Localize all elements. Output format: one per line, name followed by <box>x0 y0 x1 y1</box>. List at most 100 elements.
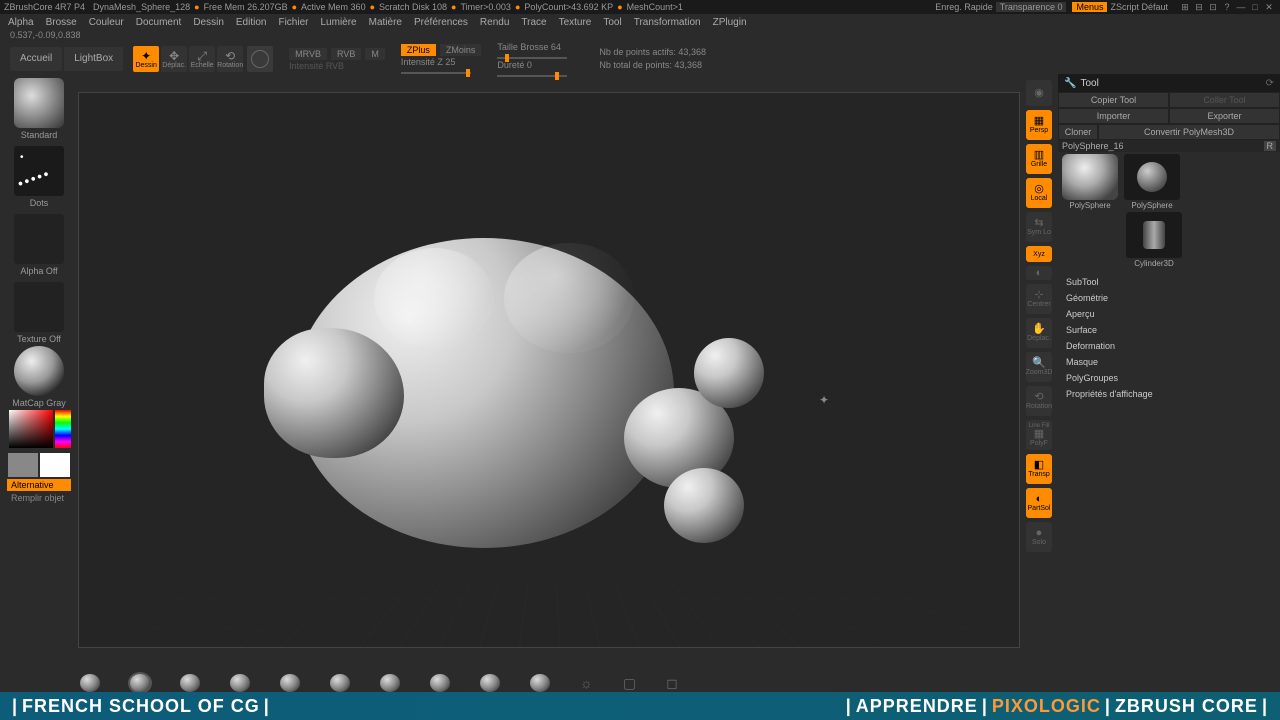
texture-thumbnail[interactable] <box>14 282 64 332</box>
clone-button[interactable]: Cloner <box>1058 124 1098 140</box>
move-mode-button[interactable]: ✥Déplac. <box>161 46 187 72</box>
material-thumbnail[interactable] <box>14 346 64 396</box>
menu-couleur[interactable]: Couleur <box>89 17 124 28</box>
quick-save[interactable]: Enreg. Rapide <box>935 2 993 12</box>
menu-rendu[interactable]: Rendu <box>480 17 509 28</box>
rotate-mode-button[interactable]: ⟲Rotation <box>217 46 243 72</box>
frame2-icon[interactable]: ◻ <box>666 675 678 692</box>
r-button[interactable]: R <box>1264 141 1277 151</box>
grid-button[interactable]: ▥Grille <box>1026 144 1052 174</box>
quickpick-10[interactable] <box>530 674 550 692</box>
home-button[interactable]: Accueil <box>10 47 62 71</box>
maximize-icon[interactable]: □ <box>1248 2 1262 12</box>
gyro-button[interactable] <box>247 46 273 72</box>
menu-alpha[interactable]: Alpha <box>8 17 34 28</box>
section-surface[interactable]: Surface <box>1066 322 1272 338</box>
secondary-color-swatch[interactable] <box>8 453 38 477</box>
scale-mode-button[interactable]: ⤢Echelle <box>189 46 215 72</box>
quickpick-4[interactable] <box>230 674 250 692</box>
quickpick-8[interactable] <box>430 674 450 692</box>
refresh-icon[interactable]: ⟳ <box>1266 78 1274 89</box>
menu-transformation[interactable]: Transformation <box>634 17 701 28</box>
section-geometry[interactable]: Géométrie <box>1066 290 1272 306</box>
solo-button[interactable]: ●Solo <box>1026 522 1052 552</box>
rotate3d-button[interactable]: ⟲Rotation <box>1026 386 1052 416</box>
lightbox-button[interactable]: LightBox <box>64 47 123 71</box>
rvb-button[interactable]: RVB <box>331 48 361 60</box>
layout3-icon[interactable]: ⊡ <box>1206 2 1220 13</box>
z-intensity-slider[interactable] <box>401 72 471 74</box>
center-button[interactable]: ⊹Centrer <box>1026 284 1052 314</box>
brush-size-label[interactable]: Taille Brosse 64 <box>497 42 567 52</box>
alternative-button[interactable]: Alternative <box>7 479 71 491</box>
draw-mode-button[interactable]: ✦Dessin <box>133 46 159 72</box>
stroke-thumbnail[interactable] <box>14 146 64 196</box>
menu-brosse[interactable]: Brosse <box>46 17 77 28</box>
brush-size-slider[interactable] <box>497 57 567 59</box>
persp-button[interactable]: ▦Persp <box>1026 110 1052 140</box>
section-mask[interactable]: Masque <box>1066 354 1272 370</box>
menu-matiere[interactable]: Matière <box>369 17 402 28</box>
menu-trace[interactable]: Trace <box>521 17 546 28</box>
quickpick-6[interactable] <box>330 674 350 692</box>
menu-document[interactable]: Document <box>136 17 182 28</box>
transparency-btn[interactable]: Transparence 0 <box>996 2 1067 12</box>
zoom3d-button[interactable]: 🔍Zoom3D <box>1026 352 1052 382</box>
transp-button[interactable]: ◧Transp <box>1026 454 1052 484</box>
m-button[interactable]: M <box>365 48 385 60</box>
light-icon[interactable]: ☼ <box>580 675 593 691</box>
layout2-icon[interactable]: ⊟ <box>1192 2 1206 13</box>
z-intensity-label[interactable]: Intensité Z 25 <box>401 57 482 67</box>
layout-icon[interactable]: ⊞ <box>1178 2 1192 13</box>
primary-color-swatch[interactable] <box>40 453 70 477</box>
help-icon[interactable]: ? <box>1220 2 1234 12</box>
zplus-button[interactable]: ZPlus <box>401 44 436 56</box>
fill-object-button[interactable]: Remplir objet <box>7 493 71 503</box>
local-button[interactable]: ◎Local <box>1026 178 1052 208</box>
partsol-button[interactable]: ◐PartSol <box>1026 488 1052 518</box>
quickpick-2[interactable] <box>130 674 150 692</box>
menu-fichier[interactable]: Fichier <box>278 17 308 28</box>
section-preview[interactable]: Aperçu <box>1066 306 1272 322</box>
polyframe-button[interactable]: Line Fill▦PolyF <box>1026 420 1052 450</box>
tool-thumb-cylinder[interactable]: Cylinder3D <box>1124 212 1184 268</box>
quickpick-7[interactable] <box>380 674 400 692</box>
menu-dessin[interactable]: Dessin <box>193 17 224 28</box>
mrvb-button[interactable]: MRVB <box>289 48 327 60</box>
alpha-thumbnail[interactable] <box>14 214 64 264</box>
viewport-canvas[interactable]: ✦ <box>78 92 1020 648</box>
symlock-button[interactable]: ⇆Sym Lo <box>1026 212 1052 242</box>
brush-thumbnail[interactable] <box>14 78 64 128</box>
quickpick-5[interactable] <box>280 674 300 692</box>
section-deformation[interactable]: Deformation <box>1066 338 1272 354</box>
convert-polymesh-button[interactable]: Convertir PolyMesh3D <box>1098 124 1280 140</box>
zmoins-button[interactable]: ZMoins <box>440 44 482 56</box>
frame1-icon[interactable]: ▢ <box>623 675 636 692</box>
bpr-button[interactable]: ◉ <box>1026 80 1052 106</box>
tool-thumb-current[interactable]: PolySphere <box>1060 154 1120 210</box>
pan-button[interactable]: ✋Déplac. <box>1026 318 1052 348</box>
tool-thumb-polysphere[interactable]: PolySphere <box>1122 154 1182 210</box>
menu-lumiere[interactable]: Lumière <box>320 17 356 28</box>
menu-zplugin[interactable]: ZPlugin <box>713 17 747 28</box>
section-subtool[interactable]: SubTool <box>1066 274 1272 290</box>
color-picker[interactable] <box>7 410 71 450</box>
menus-toggle[interactable]: Menus <box>1072 2 1107 12</box>
copy-tool-button[interactable]: Copier Tool <box>1058 92 1169 108</box>
import-button[interactable]: Importer <box>1058 108 1169 124</box>
quickpick-3[interactable] <box>180 674 200 692</box>
section-polygroups[interactable]: PolyGroupes <box>1066 370 1272 386</box>
xyz-button[interactable]: Xyz <box>1026 246 1052 262</box>
section-display[interactable]: Propriétés d'affichage <box>1066 386 1272 402</box>
export-button[interactable]: Exporter <box>1169 108 1280 124</box>
tool-panel-header[interactable]: 🔧 Tool ⟳ <box>1058 74 1280 92</box>
menu-edition[interactable]: Edition <box>236 17 267 28</box>
menu-tool[interactable]: Tool <box>603 17 621 28</box>
paste-tool-button[interactable]: Coller Tool <box>1169 92 1280 108</box>
quickpick-1[interactable] <box>80 674 100 692</box>
hardness-slider[interactable] <box>497 75 567 77</box>
axis-sub-button[interactable]: ◐ <box>1026 266 1052 280</box>
quickpick-9[interactable] <box>480 674 500 692</box>
menu-preferences[interactable]: Préférences <box>414 17 468 28</box>
menu-texture[interactable]: Texture <box>559 17 592 28</box>
